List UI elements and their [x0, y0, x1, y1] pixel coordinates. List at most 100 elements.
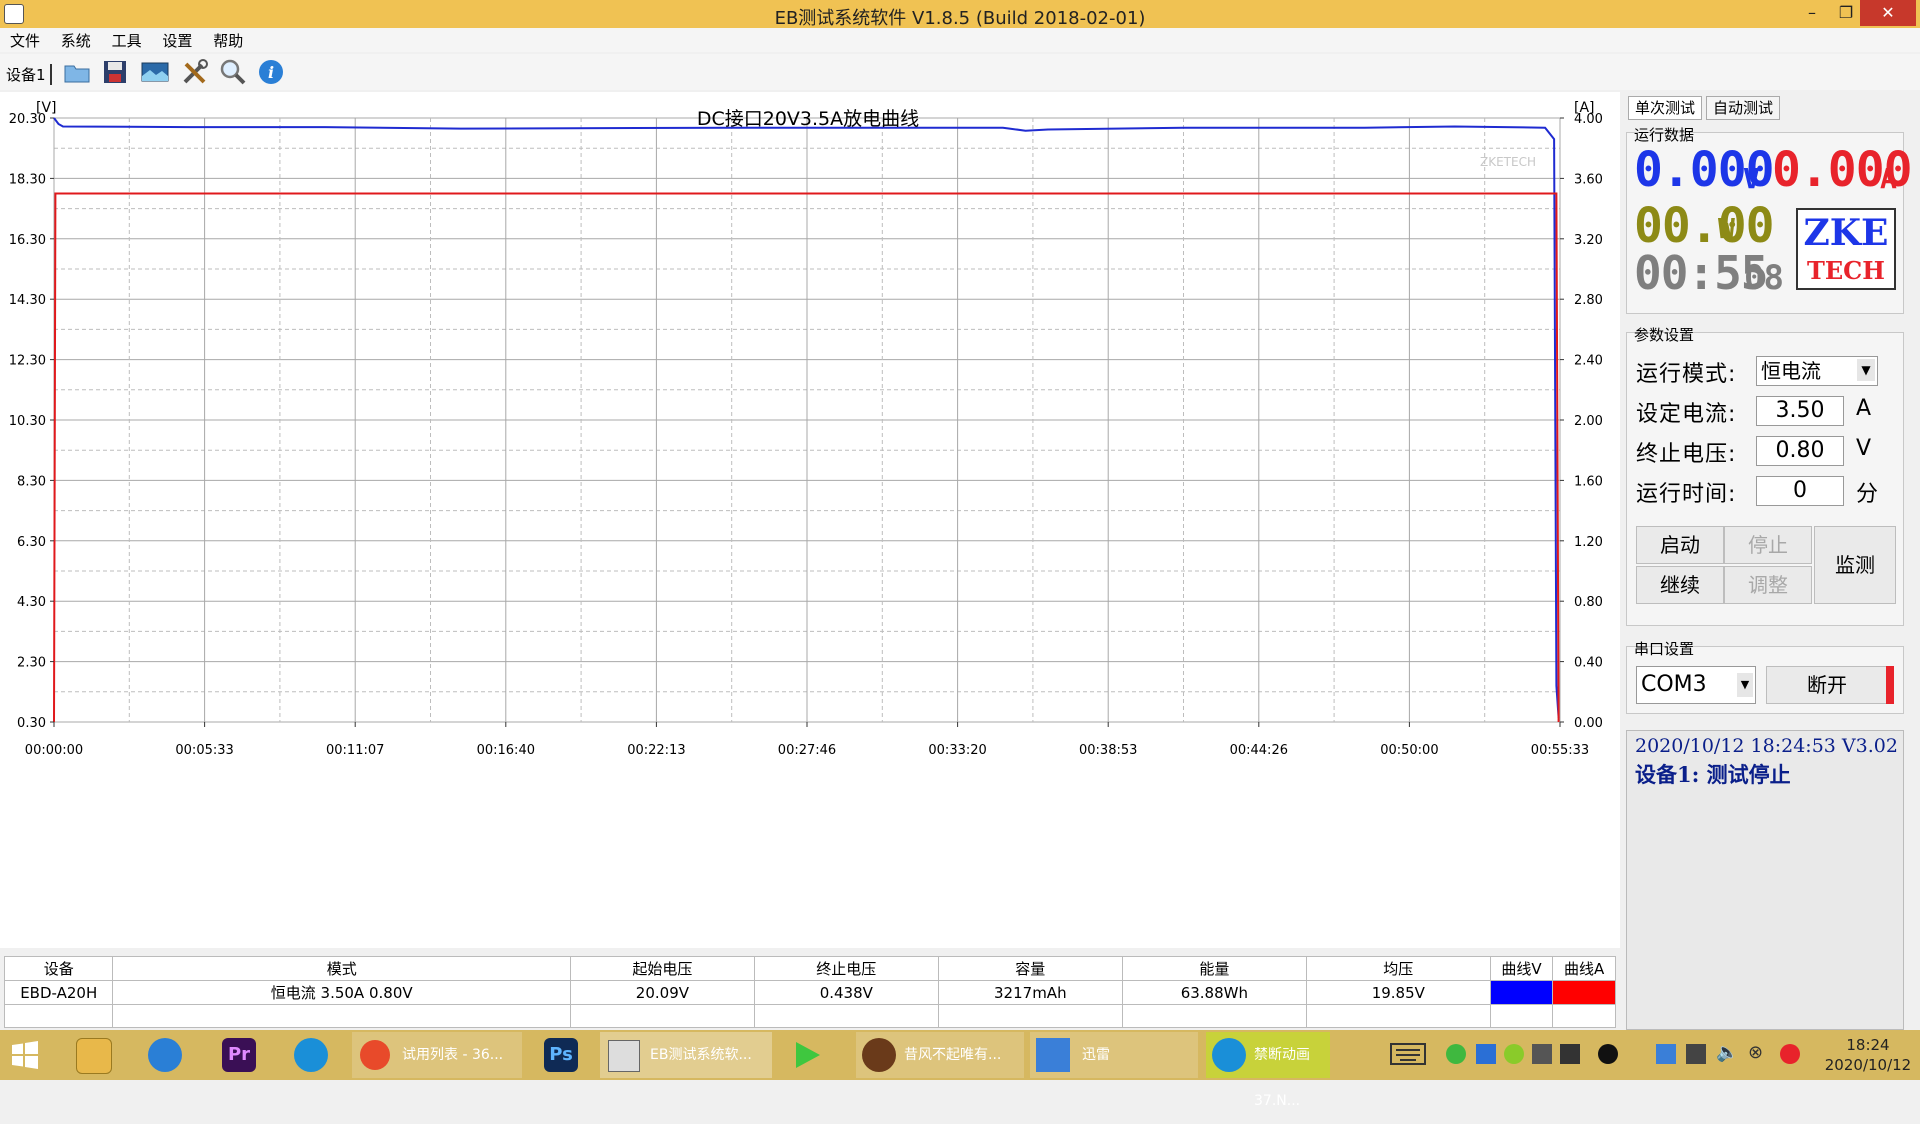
- sogou-icon[interactable]: [148, 1038, 182, 1072]
- sogou-tray-icon[interactable]: [1780, 1044, 1800, 1064]
- taskbar-item-xunlei[interactable]: 迅雷: [1030, 1032, 1198, 1078]
- table-row[interactable]: EBD-A20H 恒电流 3.50A 0.80V 20.09V 0.438V 3…: [3, 980, 1616, 1006]
- cutoff-voltage-label: 终止电压:: [1636, 442, 1737, 467]
- chevron-down-icon[interactable]: ▼: [1737, 673, 1753, 697]
- chevron-down-icon[interactable]: ▼: [1857, 359, 1875, 381]
- current-set-label: 设定电流:: [1636, 402, 1737, 427]
- menu-tools[interactable]: 工具: [112, 28, 142, 51]
- browser-icon[interactable]: [294, 1038, 328, 1072]
- power-unit: W: [1718, 212, 1735, 245]
- mode-select[interactable]: 恒电流 ▼: [1756, 356, 1878, 386]
- taskbar: Pr 试用列表 - 36... Ps EB测试系统软... 昔风不起唯有... …: [0, 1030, 1920, 1109]
- curve-a-swatch[interactable]: [1552, 980, 1616, 1006]
- search-icon[interactable]: [218, 58, 248, 86]
- header-curve-v: 曲线V: [1489, 955, 1554, 982]
- run-time-input[interactable]: 0: [1756, 476, 1844, 506]
- media-player-icon[interactable]: [790, 1038, 824, 1072]
- taskbar-item-label: 昔风不起唯有...: [904, 1047, 1002, 1063]
- device-tab[interactable]: 设备1: [6, 64, 52, 85]
- cutoff-voltage-input[interactable]: 0.80: [1756, 436, 1844, 466]
- cell-start-voltage: 20.09V: [569, 980, 755, 1006]
- volume-icon[interactable]: 🔈: [1716, 1042, 1738, 1063]
- qq-icon[interactable]: [1598, 1044, 1618, 1064]
- network-icon[interactable]: [1476, 1044, 1496, 1064]
- security-tray-icon[interactable]: [1504, 1044, 1524, 1064]
- x-tick-label: 00:33:20: [928, 743, 986, 758]
- taskbar-item-browser-list[interactable]: 试用列表 - 36...: [352, 1032, 522, 1078]
- wifi-icon[interactable]: [1532, 1044, 1552, 1064]
- current-unit: A: [1880, 162, 1897, 195]
- x-tick-label: 00:22:13: [627, 743, 685, 758]
- cutoff-voltage-unit: V: [1856, 436, 1872, 461]
- menu-system[interactable]: 系统: [61, 28, 91, 51]
- wechat-icon[interactable]: [1446, 1044, 1466, 1064]
- taskbar-item-music[interactable]: 昔风不起唯有...: [856, 1032, 1024, 1078]
- log-status: 设备1: 测试停止: [1635, 762, 1791, 787]
- keyboard-icon[interactable]: [1390, 1042, 1426, 1066]
- cell-mode: 恒电流 3.50A 0.80V: [112, 980, 571, 1006]
- toolbar: 设备1 i: [0, 54, 1920, 90]
- menu-help[interactable]: 帮助: [213, 28, 243, 51]
- table-row-empty: [3, 1004, 1616, 1028]
- right-axis-unit: [A]: [1574, 100, 1595, 116]
- taskbar-item-eb-test[interactable]: EB测试系统软...: [600, 1032, 772, 1078]
- disconnect-button[interactable]: 断开: [1766, 666, 1888, 704]
- monitor-button[interactable]: 监测: [1814, 526, 1896, 604]
- start-button[interactable]: 启动: [1636, 526, 1724, 564]
- continue-button[interactable]: 继续: [1636, 566, 1724, 604]
- current-set-unit: A: [1856, 396, 1872, 421]
- menu-file[interactable]: 文件: [10, 28, 40, 51]
- file-explorer-icon[interactable]: [76, 1038, 112, 1074]
- cell-end-voltage: 0.438V: [753, 980, 939, 1006]
- taskbar-item-label: EB测试系统软...: [650, 1047, 752, 1063]
- logo-text-bottom: TECH: [1807, 256, 1885, 285]
- open-folder-icon[interactable]: [62, 58, 92, 86]
- image-icon[interactable]: [140, 58, 170, 86]
- y-left-tick-label: 14.30: [9, 293, 46, 308]
- elapsed-seconds-readout: 08: [1744, 258, 1784, 298]
- y-right-tick-label: 2.80: [1574, 293, 1603, 308]
- photoshop-icon[interactable]: Ps: [544, 1038, 578, 1072]
- eb-app-icon: [608, 1040, 640, 1072]
- params-label: 参数设置: [1634, 326, 1695, 344]
- clock-date: 2020/10/12: [1824, 1056, 1912, 1074]
- save-icon[interactable]: [100, 58, 130, 86]
- taskbar-item-label: 试用列表 - 36...: [402, 1047, 504, 1063]
- close-circle-icon[interactable]: ⊗: [1748, 1042, 1763, 1063]
- tools-icon[interactable]: [180, 58, 210, 86]
- y-right-tick-label: 1.60: [1574, 474, 1603, 489]
- header-curve-a: 曲线A: [1552, 955, 1616, 982]
- results-table: 设备 模式 起始电压 终止电压 容量 能量 均压 曲线V 曲线A EBD-A20…: [3, 955, 1616, 1028]
- com-port-select[interactable]: COM3 ▼: [1636, 666, 1756, 704]
- tray-app-icon[interactable]: [1686, 1044, 1706, 1064]
- tab-auto-test[interactable]: 自动测试: [1706, 96, 1781, 120]
- chart-background: [0, 92, 1620, 948]
- windows-start-icon[interactable]: [10, 1040, 40, 1070]
- taskbar-item-label: 迅雷: [1082, 1047, 1110, 1063]
- menu-settings[interactable]: 设置: [162, 28, 192, 51]
- log-timestamp: 2020/10/12 18:24:53 V3.02: [1635, 735, 1898, 757]
- header-mode: 模式: [112, 955, 571, 982]
- tab-single-test[interactable]: 单次测试: [1628, 96, 1703, 120]
- xunlei-tray-icon[interactable]: [1656, 1044, 1676, 1064]
- y-left-tick-label: 16.30: [9, 233, 46, 248]
- y-left-tick-label: 8.30: [17, 474, 46, 489]
- serial-label: 串口设置: [1634, 640, 1695, 658]
- mode-select-value: 恒电流: [1761, 359, 1821, 383]
- signal-icon[interactable]: [1560, 1044, 1580, 1064]
- y-left-tick-label: 18.30: [9, 172, 46, 187]
- x-tick-label: 00:11:07: [326, 743, 384, 758]
- taskbar-item-video[interactable]: 禁断动画37.N...: [1206, 1032, 1330, 1109]
- stop-button[interactable]: 停止: [1724, 526, 1812, 564]
- premiere-icon[interactable]: Pr: [222, 1038, 256, 1072]
- run-time-label: 运行时间:: [1636, 482, 1737, 507]
- close-button[interactable]: ✕: [1860, 0, 1916, 26]
- header-energy: 能量: [1121, 955, 1307, 982]
- video-app-icon: [1212, 1038, 1246, 1072]
- adjust-button[interactable]: 调整: [1724, 566, 1812, 604]
- current-set-input[interactable]: 3.50: [1756, 396, 1844, 426]
- y-right-tick-label: 2.00: [1574, 414, 1603, 429]
- info-icon[interactable]: i: [256, 58, 286, 86]
- y-right-tick-label: 0.80: [1574, 595, 1603, 610]
- curve-v-swatch[interactable]: [1489, 980, 1554, 1006]
